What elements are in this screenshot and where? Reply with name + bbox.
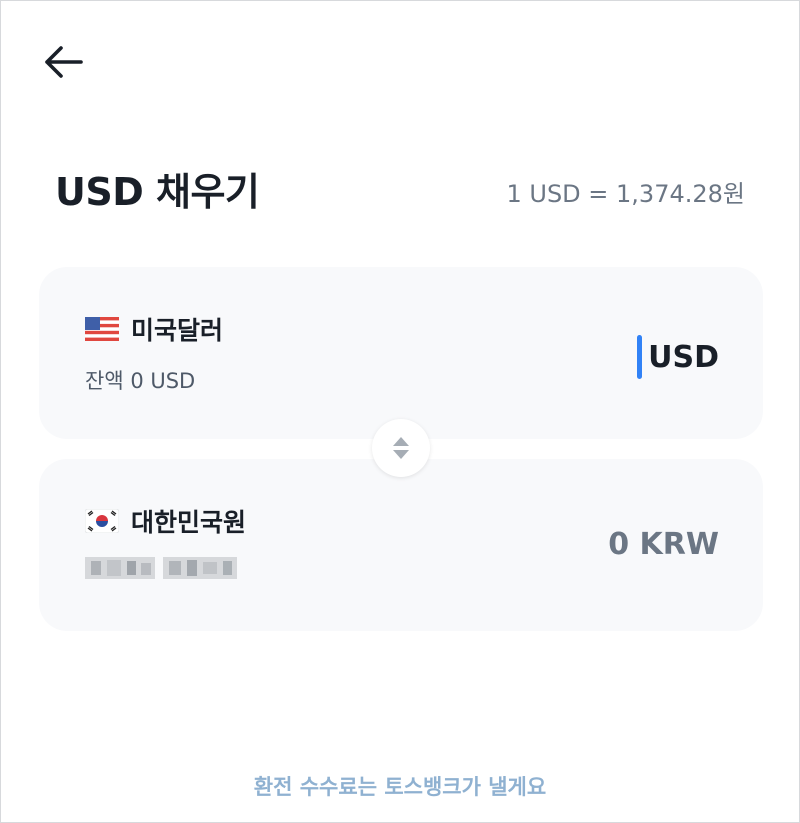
- masked-account-info: [85, 557, 237, 579]
- back-button[interactable]: [41, 43, 85, 81]
- text-caret: [637, 335, 643, 379]
- us-flag-icon: [85, 317, 119, 341]
- kr-flag-icon: [85, 509, 119, 533]
- from-balance: 잔액 0 USD: [85, 369, 196, 393]
- krw-amount: 0 KRW: [608, 527, 719, 562]
- exchange-rate: 1 USD = 1,374.28원: [506, 180, 745, 208]
- swap-currency-button[interactable]: [372, 419, 430, 477]
- arrow-left-icon: [45, 46, 83, 78]
- swap-updown-icon: [393, 437, 409, 459]
- page-title: USD 채우기: [55, 170, 260, 214]
- from-currency-name: 미국달러: [131, 316, 224, 345]
- fee-notice: 환전 수수료는 토스뱅크가 낼게요: [253, 775, 547, 799]
- usd-amount-unit: USD: [648, 339, 719, 375]
- usd-amount-input[interactable]: USD: [637, 335, 719, 379]
- to-currency-name: 대한민국원: [131, 508, 247, 537]
- to-currency-card[interactable]: 대한민국원 0 KRW: [39, 459, 763, 631]
- from-currency-card[interactable]: 미국달러 잔액 0 USD USD: [39, 267, 763, 439]
